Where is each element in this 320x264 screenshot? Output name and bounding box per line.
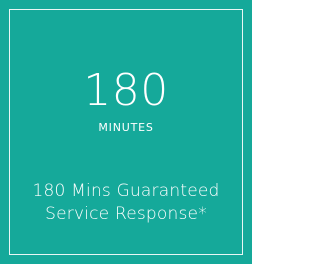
- service-response-card: 180 MINUTES 180 Mins Guaranteed Service …: [0, 0, 252, 264]
- guarantee-description-line-1: 180 Mins Guaranteed: [32, 181, 220, 201]
- guarantee-description: 180 Mins Guaranteed Service Response*: [0, 180, 252, 226]
- response-time-number: 180: [83, 65, 169, 116]
- guarantee-description-line-2: Service Response*: [45, 204, 207, 224]
- response-time-unit: MINUTES: [98, 121, 154, 134]
